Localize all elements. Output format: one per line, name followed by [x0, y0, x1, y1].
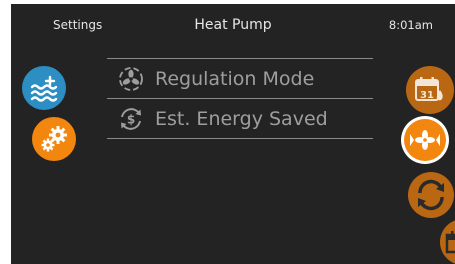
fan-icon [117, 65, 145, 93]
energy-saved-label: Est. Energy Saved [155, 108, 328, 130]
regulation-mode-item[interactable]: Regulation Mode [107, 60, 373, 98]
energy-saved-item[interactable]: $ Est. Energy Saved [107, 100, 373, 138]
water-heat-button[interactable] [22, 66, 66, 110]
heat-pump-button[interactable] [404, 119, 446, 161]
svg-text:31: 31 [420, 90, 434, 101]
menu-divider-bottom [107, 138, 373, 139]
settings-breadcrumb[interactable]: Settings [53, 4, 102, 46]
water-heat-icon [30, 75, 58, 102]
gears-icon [41, 126, 67, 152]
dollar-cycle-icon: $ [117, 105, 145, 133]
calendar-partial-icon [445, 231, 455, 254]
clock-time: 8:01am [388, 18, 433, 32]
calendar-icon: 31 [415, 77, 443, 101]
schedule-button[interactable]: 31 [406, 66, 454, 114]
heat-pump-screen: Heat Pump Settings 8:01am Regulation Mod… [11, 4, 455, 264]
settings-gears-button[interactable] [32, 117, 76, 161]
svg-text:$: $ [127, 113, 135, 127]
cycle-button[interactable] [408, 172, 454, 218]
partial-calendar-button[interactable] [440, 219, 455, 264]
regulation-mode-label: Regulation Mode [155, 68, 315, 90]
heat-pump-fan-icon [410, 130, 440, 150]
menu-divider-middle [107, 98, 373, 99]
cycle-icon [418, 179, 444, 211]
menu-divider-top [107, 58, 373, 59]
